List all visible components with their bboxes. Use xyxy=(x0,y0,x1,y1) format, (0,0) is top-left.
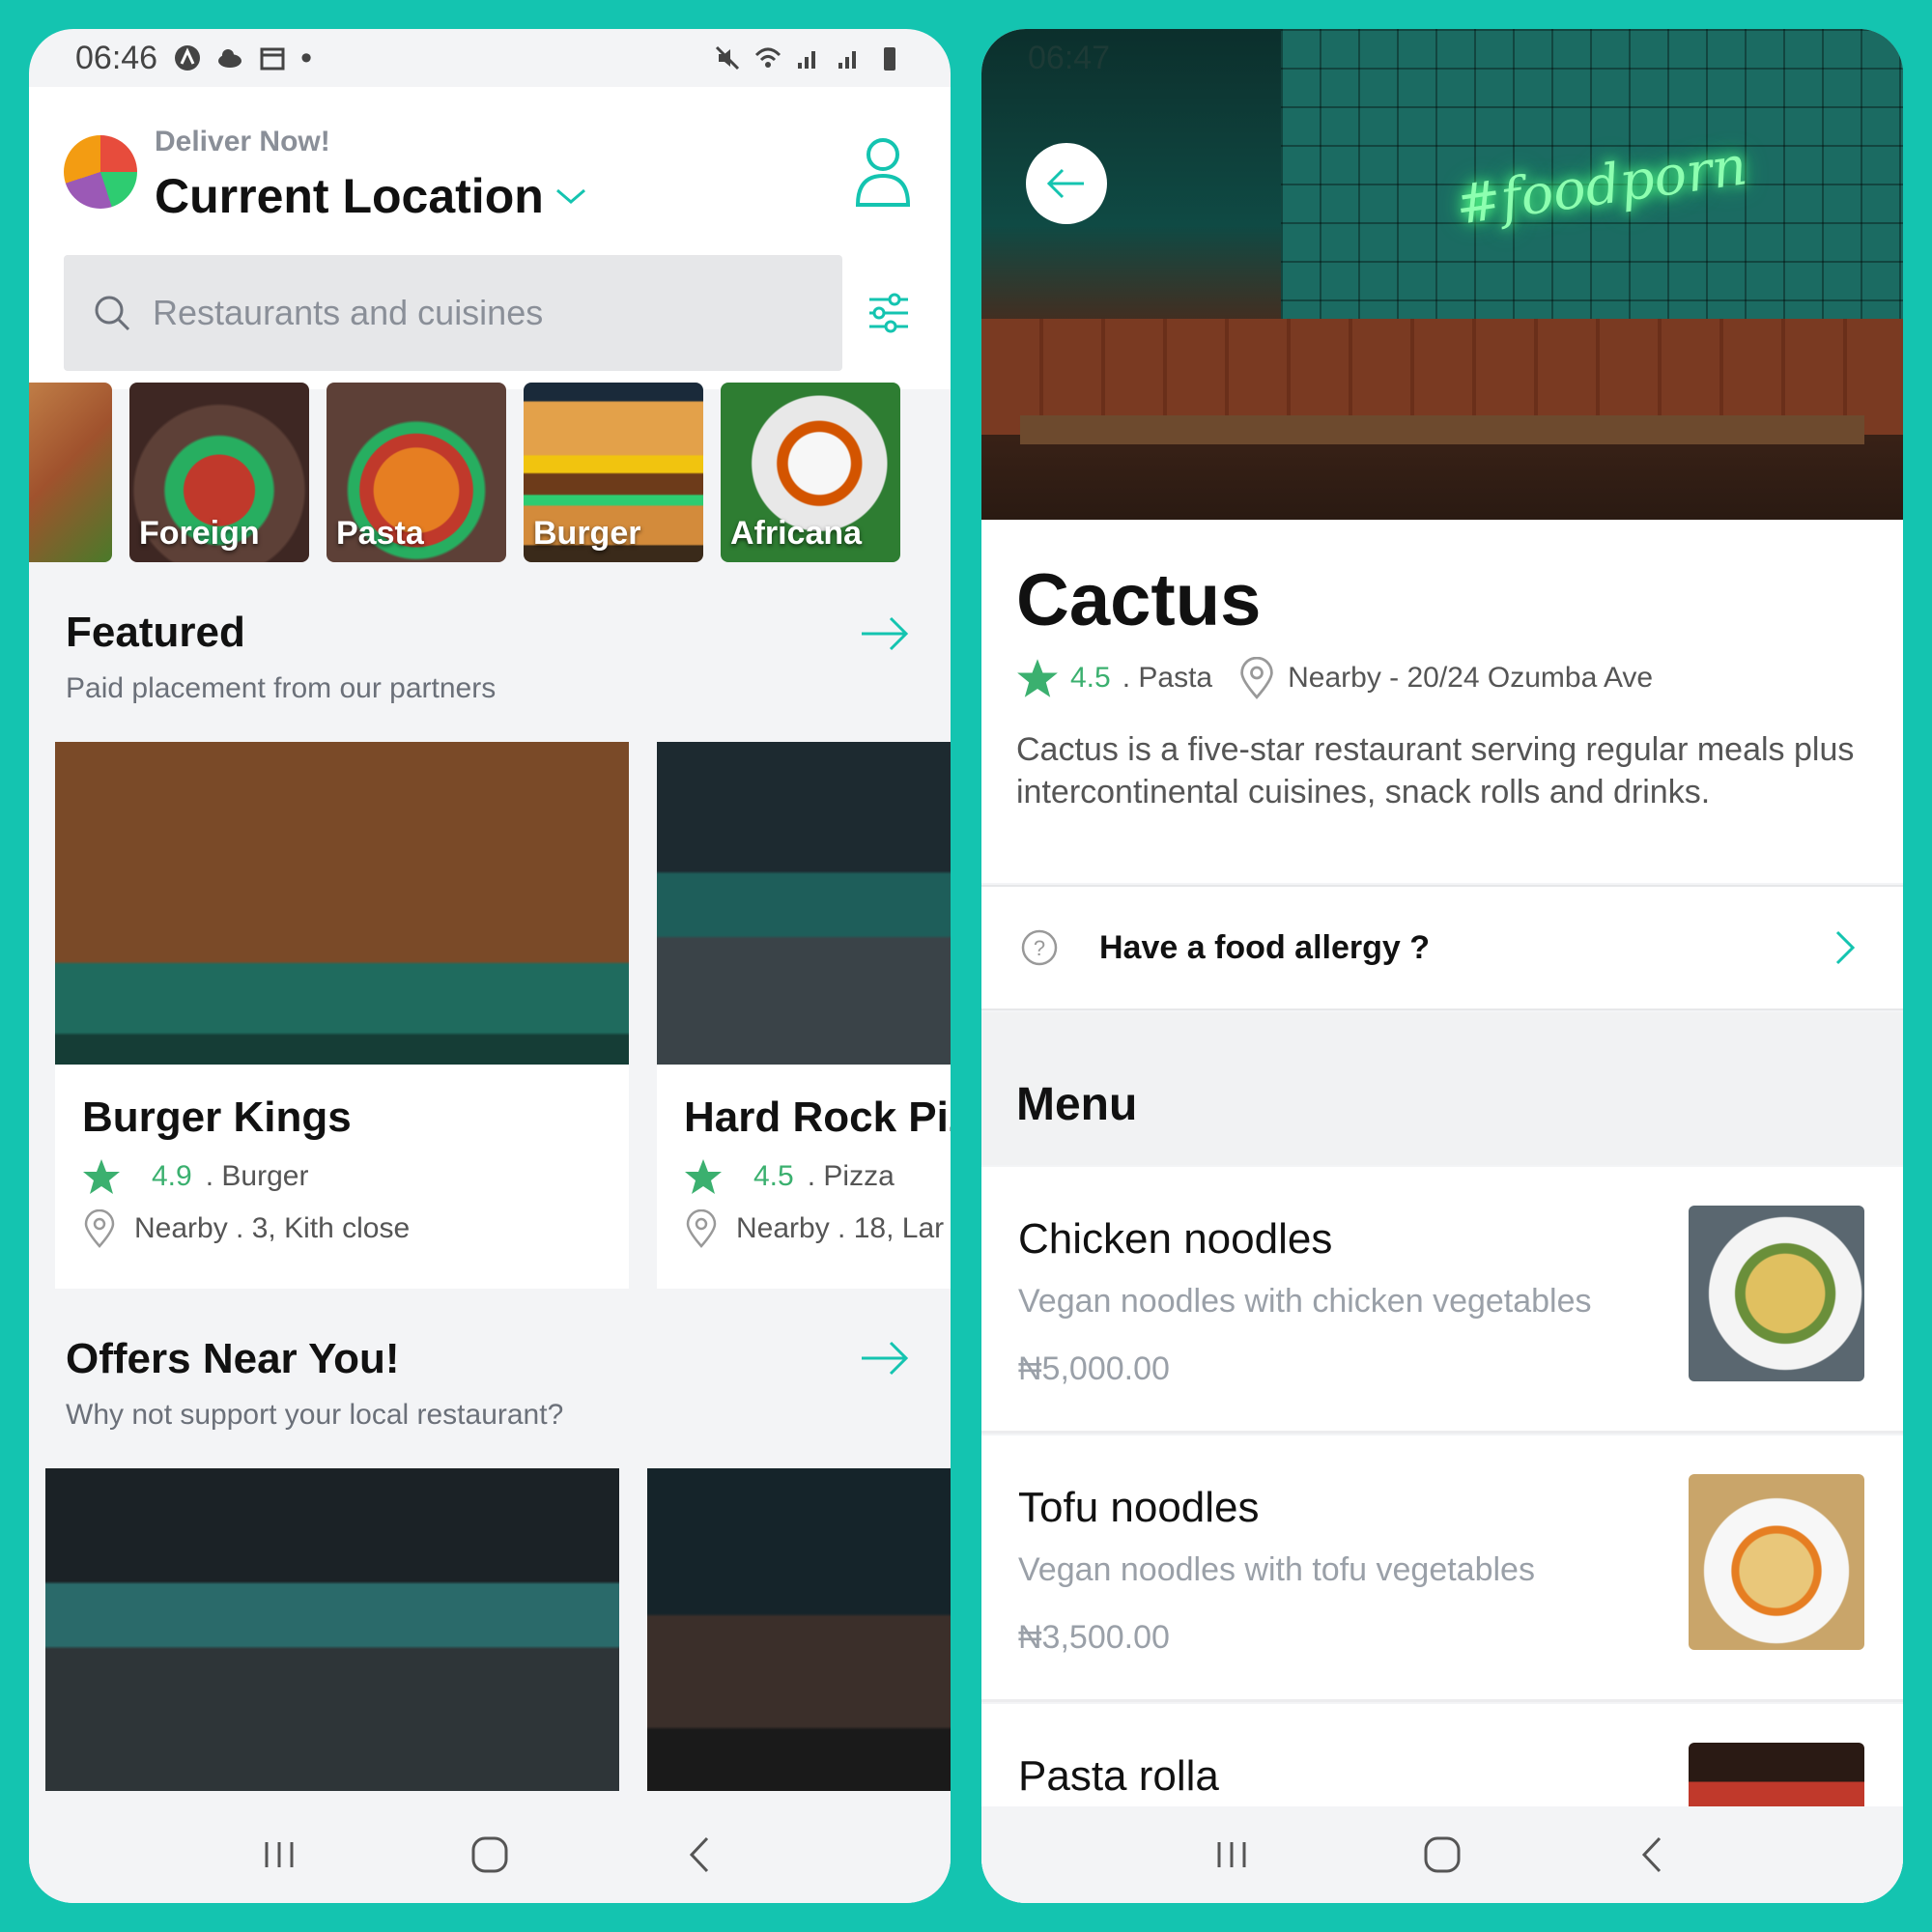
system-nav-bar xyxy=(29,1806,951,1903)
restaurant-address: Nearby . 3, Kith close xyxy=(134,1212,411,1244)
restaurant-cuisine: . Burger xyxy=(205,1160,309,1192)
location-pin-icon xyxy=(84,1209,115,1248)
star-icon xyxy=(1017,659,1058,697)
restaurant-image xyxy=(55,742,629,1065)
star-icon xyxy=(685,1159,722,1194)
offer-card[interactable] xyxy=(647,1468,951,1791)
status-bar: 06:47 xyxy=(981,29,1903,87)
filter-icon[interactable] xyxy=(866,290,912,336)
status-bar: 06:46 • xyxy=(29,29,951,87)
category-card[interactable]: Foreign xyxy=(129,383,309,562)
menu-item-name: Pasta rolla xyxy=(1018,1752,1219,1800)
table xyxy=(1020,415,1864,444)
menu-item-description: Vegan noodles with chicken vegetables xyxy=(1018,1283,1592,1320)
category-card[interactable]: Africana xyxy=(721,383,900,562)
category-list: Foreign Pasta Burger Africana xyxy=(29,383,951,562)
restaurant-rating: 4.5 xyxy=(753,1160,794,1192)
menu-item-image xyxy=(1689,1206,1864,1381)
arrow-right-icon[interactable] xyxy=(858,614,912,653)
restaurant-cuisine: . Pizza xyxy=(807,1160,895,1192)
featured-subtitle: Paid placement from our partners xyxy=(66,672,497,704)
help-icon: ? xyxy=(1021,929,1058,966)
notification-icon xyxy=(175,45,201,71)
restaurant-name: Burger Kings xyxy=(82,1094,352,1141)
recent-apps-icon[interactable] xyxy=(255,1831,303,1879)
calendar-icon xyxy=(260,47,285,71)
chevron-right-icon xyxy=(1835,930,1856,965)
star-icon xyxy=(83,1159,120,1194)
menu-item-price: ₦3,500.00 xyxy=(1018,1619,1170,1656)
menu-title: Menu xyxy=(1016,1079,1138,1130)
cloud-icon xyxy=(218,49,242,68)
restaurant-meta: 4.5 . Pasta Nearby - 20/24 Ozumba Ave xyxy=(1016,657,1653,699)
deliver-label: Deliver Now! xyxy=(155,126,330,157)
food-allergy-row[interactable]: ? Have a food allergy ? xyxy=(981,885,1903,1010)
restaurant-description: Cactus is a five-star restaurant serving… xyxy=(1016,731,1855,810)
search-icon xyxy=(95,296,130,331)
restaurant-name: Hard Rock Pizza xyxy=(684,1094,951,1141)
restaurant-detail-screen: #foodporn 06:47 Cactus 4.5 . Pasta Nearb… xyxy=(981,29,1903,1903)
menu-item-name: Tofu noodles xyxy=(1018,1484,1260,1531)
restaurant-card[interactable]: Hard Rock Pizza 4.5 . Pizza Nearby . 18,… xyxy=(657,742,951,1289)
arrow-left-icon xyxy=(1046,168,1084,199)
restaurant-address-row: Nearby . 3, Kith close xyxy=(82,1209,410,1248)
menu-item[interactable]: Chicken noodles Vegan noodles with chick… xyxy=(981,1167,1903,1434)
back-button[interactable] xyxy=(1026,143,1107,224)
featured-title: Featured xyxy=(66,609,245,656)
system-nav-bar xyxy=(981,1806,1903,1903)
offers-title: Offers Near You! xyxy=(66,1335,400,1382)
svg-text:?: ? xyxy=(1034,936,1045,960)
signal-icon xyxy=(838,51,856,69)
menu-header: Menu xyxy=(981,1012,1903,1165)
food-allergy-label: Have a food allergy ? xyxy=(1099,928,1430,966)
home-icon[interactable] xyxy=(466,1831,514,1879)
restaurant-meta: 4.9 . Burger xyxy=(82,1157,308,1196)
home-header: Deliver Now! Current Location xyxy=(29,87,951,389)
location-selector[interactable]: Current Location xyxy=(155,168,588,224)
home-screen: 06:46 • Deliver Now! Current Location Re… xyxy=(29,29,951,1903)
category-card[interactable] xyxy=(29,383,112,562)
restaurant-rating: 4.5 xyxy=(1070,662,1111,694)
restaurant-image xyxy=(657,742,951,1065)
restaurant-card[interactable]: Burger Kings 4.9 . Burger Nearby . 3, Ki… xyxy=(55,742,629,1289)
restaurant-title: Cactus xyxy=(1016,559,1262,641)
category-card[interactable]: Pasta xyxy=(327,383,506,562)
category-card[interactable]: Burger xyxy=(524,383,703,562)
signal-icon xyxy=(798,51,815,69)
status-time: 06:47 xyxy=(1028,39,1111,76)
search-bar[interactable] xyxy=(64,255,842,371)
arrow-right-icon[interactable] xyxy=(858,1339,912,1378)
restaurant-address: Nearby . 18, Lar xyxy=(736,1212,945,1244)
location-pin-icon xyxy=(686,1209,717,1248)
offers-subtitle: Why not support your local restaurant? xyxy=(66,1399,564,1431)
restaurant-hero-image: #foodporn xyxy=(981,29,1903,520)
mute-icon xyxy=(715,45,740,71)
status-time: 06:46 xyxy=(75,39,158,76)
profile-icon[interactable] xyxy=(854,135,912,209)
menu-item-description: Vegan noodles with tofu vegetables xyxy=(1018,1551,1535,1588)
back-icon[interactable] xyxy=(676,1831,724,1879)
menu-item-image xyxy=(1689,1474,1864,1650)
restaurant-address-row: Nearby . 18, Lar xyxy=(684,1209,944,1248)
restaurant-meta: 4.5 . Pizza xyxy=(684,1157,895,1196)
app-logo xyxy=(64,135,137,209)
menu-item-name: Chicken noodles xyxy=(1018,1215,1333,1263)
restaurant-address: Nearby - 20/24 Ozumba Ave xyxy=(1288,662,1654,694)
back-icon[interactable] xyxy=(1629,1831,1677,1879)
menu-item-price: ₦5,000.00 xyxy=(1018,1350,1170,1387)
location-pin-icon xyxy=(1240,657,1273,699)
home-icon[interactable] xyxy=(1418,1831,1466,1879)
chevron-down-icon xyxy=(555,188,585,204)
restaurant-info: Cactus 4.5 . Pasta Nearby - 20/24 Ozumba… xyxy=(981,520,1903,883)
wifi-icon xyxy=(754,47,781,68)
location-label: Current Location xyxy=(155,169,544,223)
dot-icon: • xyxy=(300,39,312,76)
search-input[interactable] xyxy=(153,293,810,333)
restaurant-rating: 4.9 xyxy=(152,1160,192,1192)
menu-item[interactable]: Tofu noodles Vegan noodles with tofu veg… xyxy=(981,1435,1903,1702)
offer-card[interactable] xyxy=(45,1468,619,1791)
recent-apps-icon[interactable] xyxy=(1208,1831,1256,1879)
battery-icon xyxy=(884,47,895,71)
restaurant-cuisine: . Pasta xyxy=(1122,662,1213,694)
